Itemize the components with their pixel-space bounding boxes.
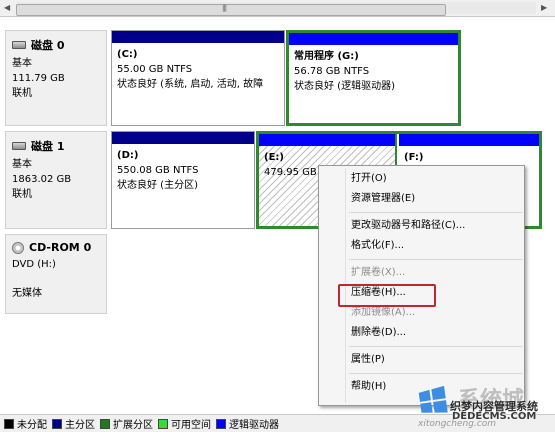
volume-status: 状态良好 (逻辑驱动器) bbox=[294, 81, 395, 92]
volume-status: 状态良好 (系统, 启动, 活动, 故障 bbox=[117, 79, 264, 90]
volume-status: 状态良好 (主分区) bbox=[117, 180, 198, 191]
legend-item-extended: 扩展分区 bbox=[100, 416, 153, 431]
volume-label: (D:) bbox=[117, 150, 139, 161]
scroll-grip-icon: ||| bbox=[222, 4, 227, 12]
shrink-volume-highlight bbox=[338, 284, 436, 307]
disk-label-0[interactable]: 磁盘 0 基本 111.79 GB 联机 bbox=[5, 30, 107, 126]
logical-drive-bar bbox=[399, 134, 539, 146]
menu-separator bbox=[349, 373, 522, 374]
legend-label: 未分配 bbox=[17, 420, 47, 431]
legend-swatch bbox=[52, 418, 62, 429]
volume-size: 550.08 GB NTFS bbox=[117, 165, 199, 176]
legend-swatch bbox=[100, 418, 110, 429]
scroll-track[interactable]: ||| bbox=[16, 2, 536, 16]
watermark-site-url2: xitongcheng.com bbox=[418, 419, 496, 429]
legend-item-primary: 主分区 bbox=[52, 416, 95, 431]
legend-swatch bbox=[158, 418, 168, 429]
menu-item-extend-volume: 扩展卷(X)... bbox=[351, 267, 406, 278]
volume-size: 56.78 GB NTFS bbox=[294, 66, 370, 77]
disk-type: 基本 bbox=[12, 58, 32, 69]
disk-label-cdrom[interactable]: CD-ROM 0 DVD (H:) 无媒体 bbox=[5, 234, 107, 314]
cd-icon bbox=[12, 241, 24, 254]
disk-status: 联机 bbox=[12, 189, 32, 200]
menu-item-change-drive-letter[interactable]: 更改驱动器号和路径(C)... bbox=[319, 216, 524, 236]
menu-item-properties[interactable]: 属性(P) bbox=[319, 350, 524, 370]
volume-label: (F:) bbox=[404, 152, 424, 163]
volume-label: (E:) bbox=[264, 152, 284, 163]
legend-label: 逻辑驱动器 bbox=[229, 420, 279, 431]
volume-label: 常用程序 (G:) bbox=[294, 51, 359, 62]
watermark: 系统城 织梦内容管理系统 DEDECMS.COM xitongcheng.com bbox=[418, 382, 555, 430]
legend-label: 扩展分区 bbox=[113, 420, 153, 431]
disk-name: 磁盘 1 bbox=[31, 140, 65, 153]
horizontal-scrollbar[interactable]: ◀ ||| ▶ bbox=[0, 0, 555, 17]
windows-logo-icon bbox=[418, 385, 448, 413]
disk-name: 磁盘 0 bbox=[31, 39, 65, 52]
legend-swatch bbox=[4, 418, 14, 429]
extended-partition-frame: 常用程序 (G:) 56.78 GB NTFS 状态良好 (逻辑驱动器) bbox=[286, 30, 461, 126]
scroll-left-icon[interactable]: ◀ bbox=[4, 3, 10, 12]
menu-separator bbox=[349, 346, 522, 347]
primary-partition-bar bbox=[112, 31, 284, 43]
volume-c[interactable]: (C:) 55.00 GB NTFS 状态良好 (系统, 启动, 活动, 故障 bbox=[111, 30, 285, 126]
legend-label: 主分区 bbox=[65, 420, 95, 431]
legend-item-free: 可用空间 bbox=[158, 416, 211, 431]
volume-label: (C:) bbox=[117, 49, 138, 60]
logical-drive-bar bbox=[289, 33, 458, 45]
menu-separator bbox=[349, 212, 522, 213]
scroll-right-icon[interactable]: ▶ bbox=[541, 3, 547, 12]
disk-icon bbox=[12, 142, 26, 150]
menu-item-format[interactable]: 格式化(F)... bbox=[319, 236, 524, 256]
legend-label: 可用空间 bbox=[171, 420, 211, 431]
disk-row-0: 磁盘 0 基本 111.79 GB 联机 (C:) 55.00 GB NTFS … bbox=[5, 30, 555, 126]
disk-status: 无媒体 bbox=[12, 288, 42, 299]
volume-d[interactable]: (D:) 550.08 GB NTFS 状态良好 (主分区) bbox=[111, 131, 255, 229]
disk-size: 1863.02 GB bbox=[12, 174, 72, 185]
menu-item-delete-volume[interactable]: 删除卷(D)... bbox=[319, 323, 524, 343]
legend-swatch bbox=[216, 418, 226, 429]
volume-size: 55.00 GB NTFS bbox=[117, 64, 193, 75]
legend-item-logical: 逻辑驱动器 bbox=[216, 416, 279, 431]
menu-item-open[interactable]: 打开(O) bbox=[319, 169, 524, 189]
disk-type: 基本 bbox=[12, 159, 32, 170]
disk-type: DVD (H:) bbox=[12, 259, 56, 270]
disk-icon bbox=[12, 41, 26, 49]
disk-name: CD-ROM 0 bbox=[29, 241, 92, 254]
disk-label-1[interactable]: 磁盘 1 基本 1863.02 GB 联机 bbox=[5, 131, 107, 229]
primary-partition-bar bbox=[112, 132, 254, 144]
menu-separator bbox=[349, 259, 522, 260]
scroll-thumb[interactable] bbox=[16, 4, 446, 16]
legend-item-unallocated: 未分配 bbox=[4, 416, 47, 431]
disk-size: 111.79 GB bbox=[12, 73, 65, 84]
logical-drive-bar bbox=[259, 134, 395, 146]
disk-status: 联机 bbox=[12, 88, 32, 99]
volume-g[interactable]: 常用程序 (G:) 56.78 GB NTFS 状态良好 (逻辑驱动器) bbox=[289, 33, 458, 123]
menu-item-explorer[interactable]: 资源管理器(E) bbox=[319, 189, 524, 209]
